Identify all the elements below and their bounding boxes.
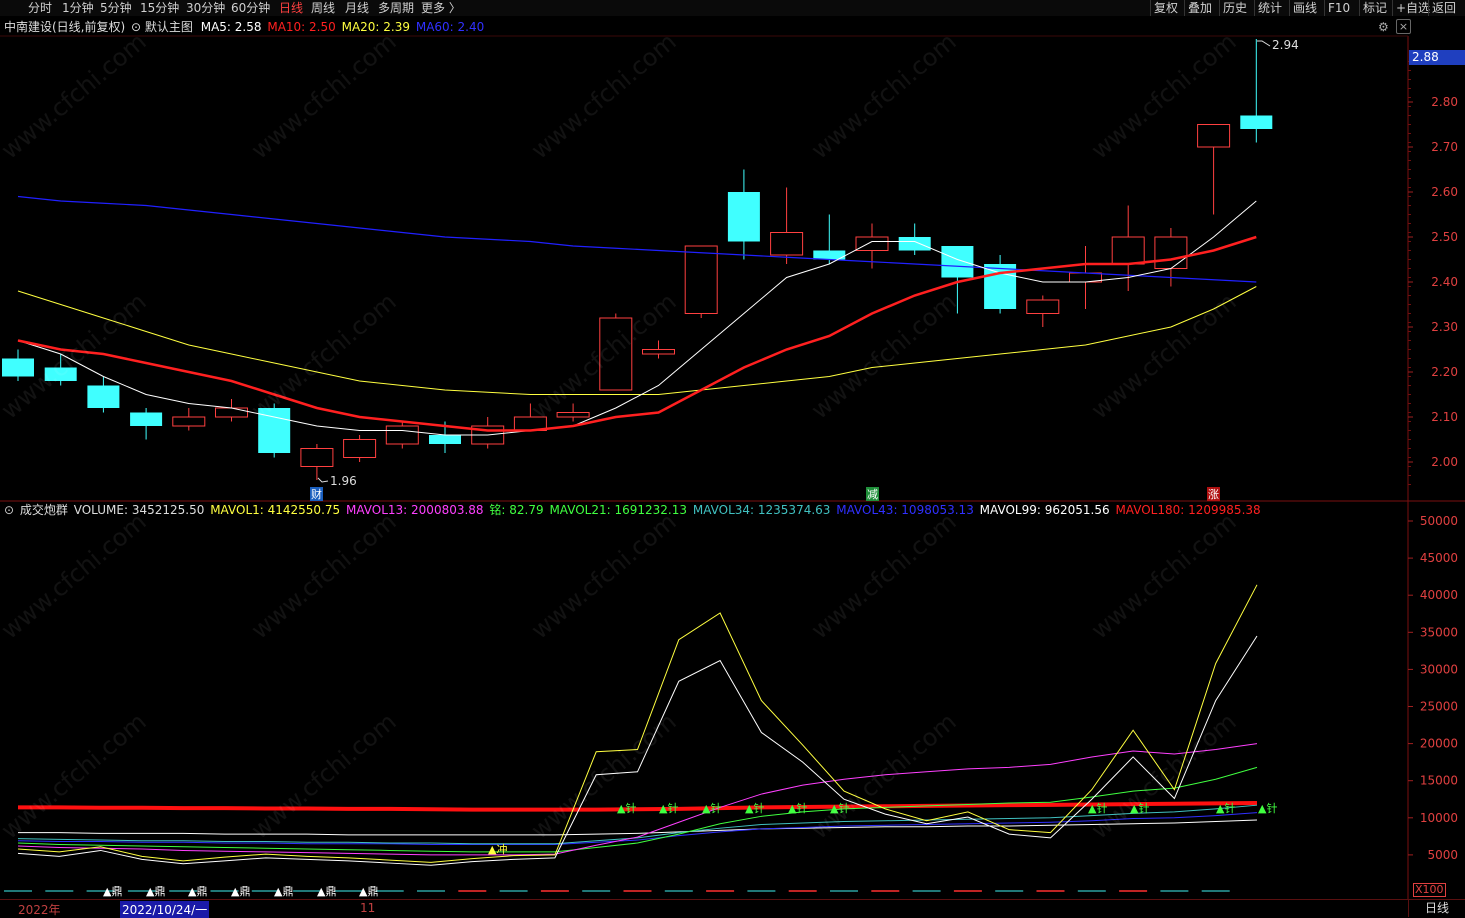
price-axis-label: 2.50 bbox=[1431, 230, 1458, 244]
candle-body-up bbox=[343, 439, 377, 458]
volume-value: VOLUME: 3452125.50 bbox=[73, 503, 205, 517]
volume-axis-label: 20000 bbox=[1420, 737, 1458, 751]
candle-body-up bbox=[642, 349, 675, 355]
signal-zhen-8: ▲针 bbox=[1216, 801, 1235, 815]
stock-title[interactable]: 中南建设(日线,前复权) bbox=[4, 20, 125, 34]
candle-body-up bbox=[1154, 236, 1188, 269]
ming-label: 铭: 82.79 bbox=[489, 503, 544, 517]
mavol1-label: MAVOL1: 4142550.75 bbox=[210, 503, 341, 517]
year-label: 2022年 bbox=[18, 903, 61, 917]
candle-body-up bbox=[1111, 236, 1145, 265]
mavol34-label: MAVOL34: 1235374.63 bbox=[692, 503, 831, 517]
volume-axis-label: 45000 bbox=[1420, 551, 1458, 565]
template-selector[interactable]: ⊙ 默认主图 bbox=[131, 20, 195, 34]
volume-axis-label: 50000 bbox=[1420, 514, 1458, 528]
event-marker-1: 减 bbox=[867, 488, 878, 501]
price-axis-label: 2.00 bbox=[1431, 455, 1458, 469]
candle-body-up bbox=[172, 416, 206, 427]
candle-body-down bbox=[898, 237, 931, 251]
ma5-label: MA5: 2.58 bbox=[200, 20, 262, 34]
date-axis: 2022年 2022/10/24/一 11 bbox=[0, 899, 1465, 918]
signal-zhen-3: ▲针 bbox=[745, 801, 764, 815]
candle-body-up bbox=[215, 407, 248, 418]
price-axis-label: 2.10 bbox=[1431, 410, 1458, 424]
price-axis-label: 2.40 bbox=[1431, 275, 1458, 289]
candle-body-up bbox=[1197, 124, 1231, 148]
candle-body-up bbox=[556, 412, 590, 418]
period-indicator[interactable]: 日线 bbox=[1408, 899, 1465, 917]
volume-axis-label: 15000 bbox=[1420, 774, 1458, 788]
event-marker-0: 财 bbox=[311, 487, 322, 501]
signal-ding-0: ▲鼎 bbox=[103, 885, 122, 898]
signal-ding-4: ▲鼎 bbox=[274, 885, 293, 898]
volume-panel-toggle-icon[interactable]: ⊙ bbox=[4, 503, 14, 517]
price-axis-label: 2.60 bbox=[1431, 185, 1458, 199]
volume-legend: ⊙ 成交炮群 VOLUME: 3452125.50 MAVOL1: 414255… bbox=[4, 502, 1263, 518]
candle-body-down bbox=[87, 385, 120, 408]
candle-body-up bbox=[684, 245, 718, 314]
candle-body-up bbox=[855, 236, 889, 251]
signal-zhen-4: ▲针 bbox=[788, 801, 807, 815]
volume-axis-label: 30000 bbox=[1420, 662, 1458, 676]
mavol21-label: MAVOL21: 1691232.13 bbox=[549, 503, 688, 517]
mavol13-label: MAVOL13: 2000803.88 bbox=[345, 503, 484, 517]
signal-chong: ▲冲 bbox=[488, 842, 507, 856]
price-axis-label: 2.70 bbox=[1431, 140, 1458, 154]
signal-zhen-0: ▲针 bbox=[617, 801, 636, 815]
candle-body-up bbox=[385, 425, 419, 445]
settings-gear-icon[interactable]: ⚙ bbox=[1378, 20, 1389, 34]
kline-chart: 2.80 2.70 2.60 2.50 2.40 2.30 2.20 2.10 2.00 2.94… bbox=[0, 16, 1465, 899]
signal-ding-2: ▲鼎 bbox=[188, 885, 207, 898]
ma10-label: MA10: 2.50 bbox=[267, 20, 336, 34]
volume-axis-label: 35000 bbox=[1420, 625, 1458, 639]
candle-body-up bbox=[300, 448, 334, 467]
signal-zhen-2: ▲针 bbox=[702, 801, 721, 815]
mavol99-label: MAVOL99: 962051.56 bbox=[979, 503, 1110, 517]
candle-body-down bbox=[2, 358, 34, 377]
volume-axis-label: 5000 bbox=[1427, 848, 1458, 862]
mavol43-label: MAVOL43: 1098053.13 bbox=[836, 503, 974, 517]
candle-body-down bbox=[429, 435, 461, 444]
signal-ding-5: ▲鼎 bbox=[317, 885, 336, 898]
candle-body-down bbox=[941, 246, 974, 278]
main-legend: 中南建设(日线,前复权) ⊙ 默认主图 MA5: 2.58 MA10: 2.50… bbox=[4, 19, 486, 35]
current-price-box: 2.88 bbox=[1409, 50, 1465, 65]
price-axis-label: 2.20 bbox=[1431, 365, 1458, 379]
crosshair-date-label: 2022/10/24/一 bbox=[120, 901, 210, 918]
event-marker-2: 涨 bbox=[1208, 488, 1219, 501]
candle-body-up bbox=[1026, 299, 1060, 314]
signal-ding-3: ▲鼎 bbox=[231, 885, 250, 898]
volume-axis-label: 40000 bbox=[1420, 588, 1458, 602]
high-price-label: 2.94 bbox=[1272, 38, 1299, 52]
price-axis-label: 2.30 bbox=[1431, 320, 1458, 334]
signal-zhen-9: ▲针 bbox=[1258, 801, 1277, 815]
signal-zhen-1: ▲针 bbox=[659, 801, 678, 815]
mavol180-label: MAVOL180: 1209985.38 bbox=[1115, 503, 1261, 517]
ma60-label: MA60: 2.40 bbox=[415, 20, 485, 34]
price-axis-label: 2.80 bbox=[1431, 95, 1458, 109]
candle-body-down bbox=[1240, 115, 1273, 129]
candle-body-down bbox=[130, 412, 163, 426]
close-icon[interactable]: × bbox=[1396, 19, 1411, 34]
ma20-label: MA20: 2.39 bbox=[341, 20, 411, 34]
candle-body-up bbox=[770, 232, 804, 256]
volume-axis-label: 10000 bbox=[1420, 811, 1458, 825]
signal-ding-6: ▲鼎 bbox=[359, 885, 378, 898]
volume-unit-badge: X100 bbox=[1413, 883, 1446, 897]
month-label: 11 bbox=[360, 901, 376, 915]
chart-background bbox=[0, 16, 1465, 899]
candle-body-down bbox=[727, 192, 760, 242]
volume-indicator-name[interactable]: 成交炮群 bbox=[20, 503, 68, 517]
signal-ding-1: ▲鼎 bbox=[146, 885, 165, 898]
volume-axis-label: 25000 bbox=[1420, 700, 1458, 714]
low-price-label: 1.96 bbox=[330, 474, 357, 488]
